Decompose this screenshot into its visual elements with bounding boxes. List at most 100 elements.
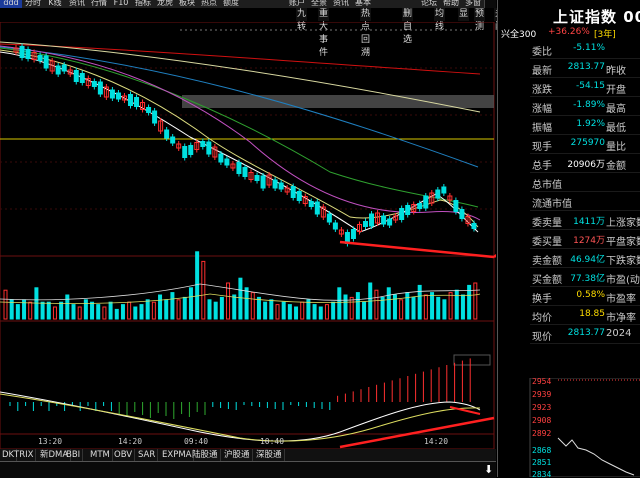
candle-body-19 <box>127 94 133 106</box>
download-arrow-icon[interactable]: ⬇ <box>484 463 493 476</box>
panel-row-1: 最新 2813.77 昨收 <box>498 62 640 78</box>
time-axis-3: 10:40 <box>260 437 284 446</box>
candle-body-73 <box>453 200 459 212</box>
volume-bar-67 <box>417 284 422 320</box>
panel-row-divider <box>530 172 640 173</box>
top-tab-3[interactable]: 资讯 <box>66 0 89 8</box>
toolbar-5[interactable]: 显 <box>458 8 470 21</box>
indicator-tab-9[interactable]: 沪股通 <box>222 449 253 461</box>
panel-row-label: 总市值 <box>532 180 562 191</box>
top-tab-8[interactable]: 板块 <box>176 0 199 8</box>
toolbar-6[interactable]: 预测 <box>474 8 486 32</box>
panel-row-divider <box>530 153 640 154</box>
panel-row-4: 振幅 1.92% 最低 <box>498 119 640 135</box>
toolbar-0[interactable]: 九转 <box>296 8 308 32</box>
top-tab-14[interactable]: 全景 <box>308 0 331 8</box>
panel-row-15: 现价 2813.77 2024 <box>498 328 640 344</box>
top-tab-6[interactable]: 指标 <box>132 0 155 8</box>
candle-body-34 <box>218 153 224 163</box>
mini-axis-3: 2908 <box>532 416 551 425</box>
top-tab-20[interactable]: 帮助 <box>440 0 463 8</box>
panel-row-5: 现手 275970 量比 <box>498 138 640 154</box>
panel-row-divider <box>530 96 640 97</box>
toolbar-4[interactable]: 均线 <box>434 8 446 32</box>
top-tab-15[interactable]: 资讯 <box>330 0 353 8</box>
top-tab-12[interactable] <box>264 0 287 8</box>
panel-row-value: -1.89% <box>573 100 605 110</box>
candle-body-64 <box>399 208 405 220</box>
volume-bar-19 <box>120 304 125 320</box>
volume-bar-29 <box>182 296 187 320</box>
range-highlight <box>182 95 494 108</box>
candle-body-76 <box>471 223 477 229</box>
top-tab-21[interactable]: 多窗 <box>462 0 485 8</box>
top-tab-10[interactable]: 额度 <box>220 0 243 8</box>
volume-bar-73 <box>454 289 459 320</box>
top-tab-5[interactable]: F10 <box>110 0 133 8</box>
top-tab-1[interactable]: 分时 <box>22 0 45 8</box>
candle-body-10 <box>73 70 79 82</box>
header-right: [3年] <box>594 30 616 40</box>
top-tab-0[interactable]: ddd <box>0 0 23 8</box>
candle-body-43 <box>272 179 278 189</box>
volume-bar-14 <box>90 301 95 320</box>
candle-body-52 <box>326 213 332 223</box>
volume-bar-10 <box>65 294 70 320</box>
indicator-tab-6[interactable]: SAR <box>136 449 159 461</box>
top-tab-16[interactable]: 基本 <box>352 0 375 8</box>
indicator-tab-1[interactable]: TRIX <box>12 449 37 461</box>
kline-chart-area[interactable]: 28992880286128422823280415377755.152.751… <box>0 19 561 477</box>
toolbar-1[interactable]: 重大事件 <box>318 8 330 58</box>
top-tab-18[interactable] <box>396 0 419 8</box>
panel-row-divider <box>530 248 640 249</box>
panel-row-label-2: 最低 <box>606 123 626 134</box>
chart-canvas[interactable]: 28992880286128422823280415377755.152.751… <box>0 19 561 450</box>
volume-bar-45 <box>281 301 286 320</box>
top-tab-17[interactable] <box>374 0 397 8</box>
panel-row-label: 均价 <box>532 313 552 324</box>
candle-body-61 <box>381 215 387 225</box>
mini-axis-0: 2954 <box>532 378 551 386</box>
panel-row-value: -54.15 <box>575 81 605 91</box>
time-axis-4: 14:20 <box>424 437 448 446</box>
panel-row-7: 总市值 <box>498 176 640 192</box>
top-tab-9[interactable]: 热点 <box>198 0 221 8</box>
candle-body-41 <box>260 175 266 189</box>
toolbar-3[interactable]: 删自选 <box>402 8 414 45</box>
panel-row-divider <box>530 324 640 325</box>
volume-bar-33 <box>207 299 212 320</box>
panel-row-divider <box>530 286 640 287</box>
top-tab-11[interactable] <box>242 0 265 8</box>
indicator-tab-bar: DK TRIX 新DMA BBI MTM OBV SAR EXPMA 陆股通 沪股通 深股通 <box>0 449 496 461</box>
candle-body-1 <box>19 46 25 58</box>
volume-bar-52 <box>324 304 329 320</box>
top-tab-4[interactable]: 行情 <box>88 0 111 8</box>
panel-row-11: 卖金额 46.94亿下跌家数 <box>498 252 640 268</box>
bottom-strip: ⬇ <box>0 461 496 478</box>
panel-row-divider <box>530 58 640 59</box>
top-tab-19[interactable]: 论坛 <box>418 0 441 8</box>
panel-row-label-2: 开盘 <box>606 85 626 96</box>
top-tab-13[interactable]: 账户 <box>286 0 309 8</box>
indicator-tab-3[interactable]: BBI <box>64 449 84 461</box>
volume-bar-74 <box>460 294 465 320</box>
volume-bar-26 <box>164 299 169 320</box>
indicator-tab-4[interactable]: MTM <box>88 449 113 461</box>
volume-bar-23 <box>145 299 150 320</box>
volume-bar-8 <box>52 306 57 320</box>
indicator-tab-10[interactable]: 深股通 <box>254 449 285 461</box>
candle-body-8 <box>61 64 67 72</box>
mini-axis-2: 2923 <box>532 403 551 412</box>
candle-body-35 <box>224 158 230 166</box>
top-tab-2[interactable]: K线 <box>44 0 67 8</box>
panel-row-label-2: 市盈(动) <box>606 275 640 286</box>
top-tab-7[interactable]: 龙虎 <box>154 0 177 8</box>
indicator-tab-5[interactable]: OBV <box>112 449 136 461</box>
mini-axis-1: 2939 <box>532 390 551 399</box>
candle-body-53 <box>332 222 338 230</box>
panel-row-divider <box>530 77 640 78</box>
panel-row-9: 委卖量 1411万上涨家数 <box>498 214 640 230</box>
toolbar-2[interactable]: 热点回溯 <box>360 8 372 58</box>
volume-bar-39 <box>244 287 249 320</box>
indicator-tab-8[interactable]: 陆股通 <box>190 449 221 461</box>
